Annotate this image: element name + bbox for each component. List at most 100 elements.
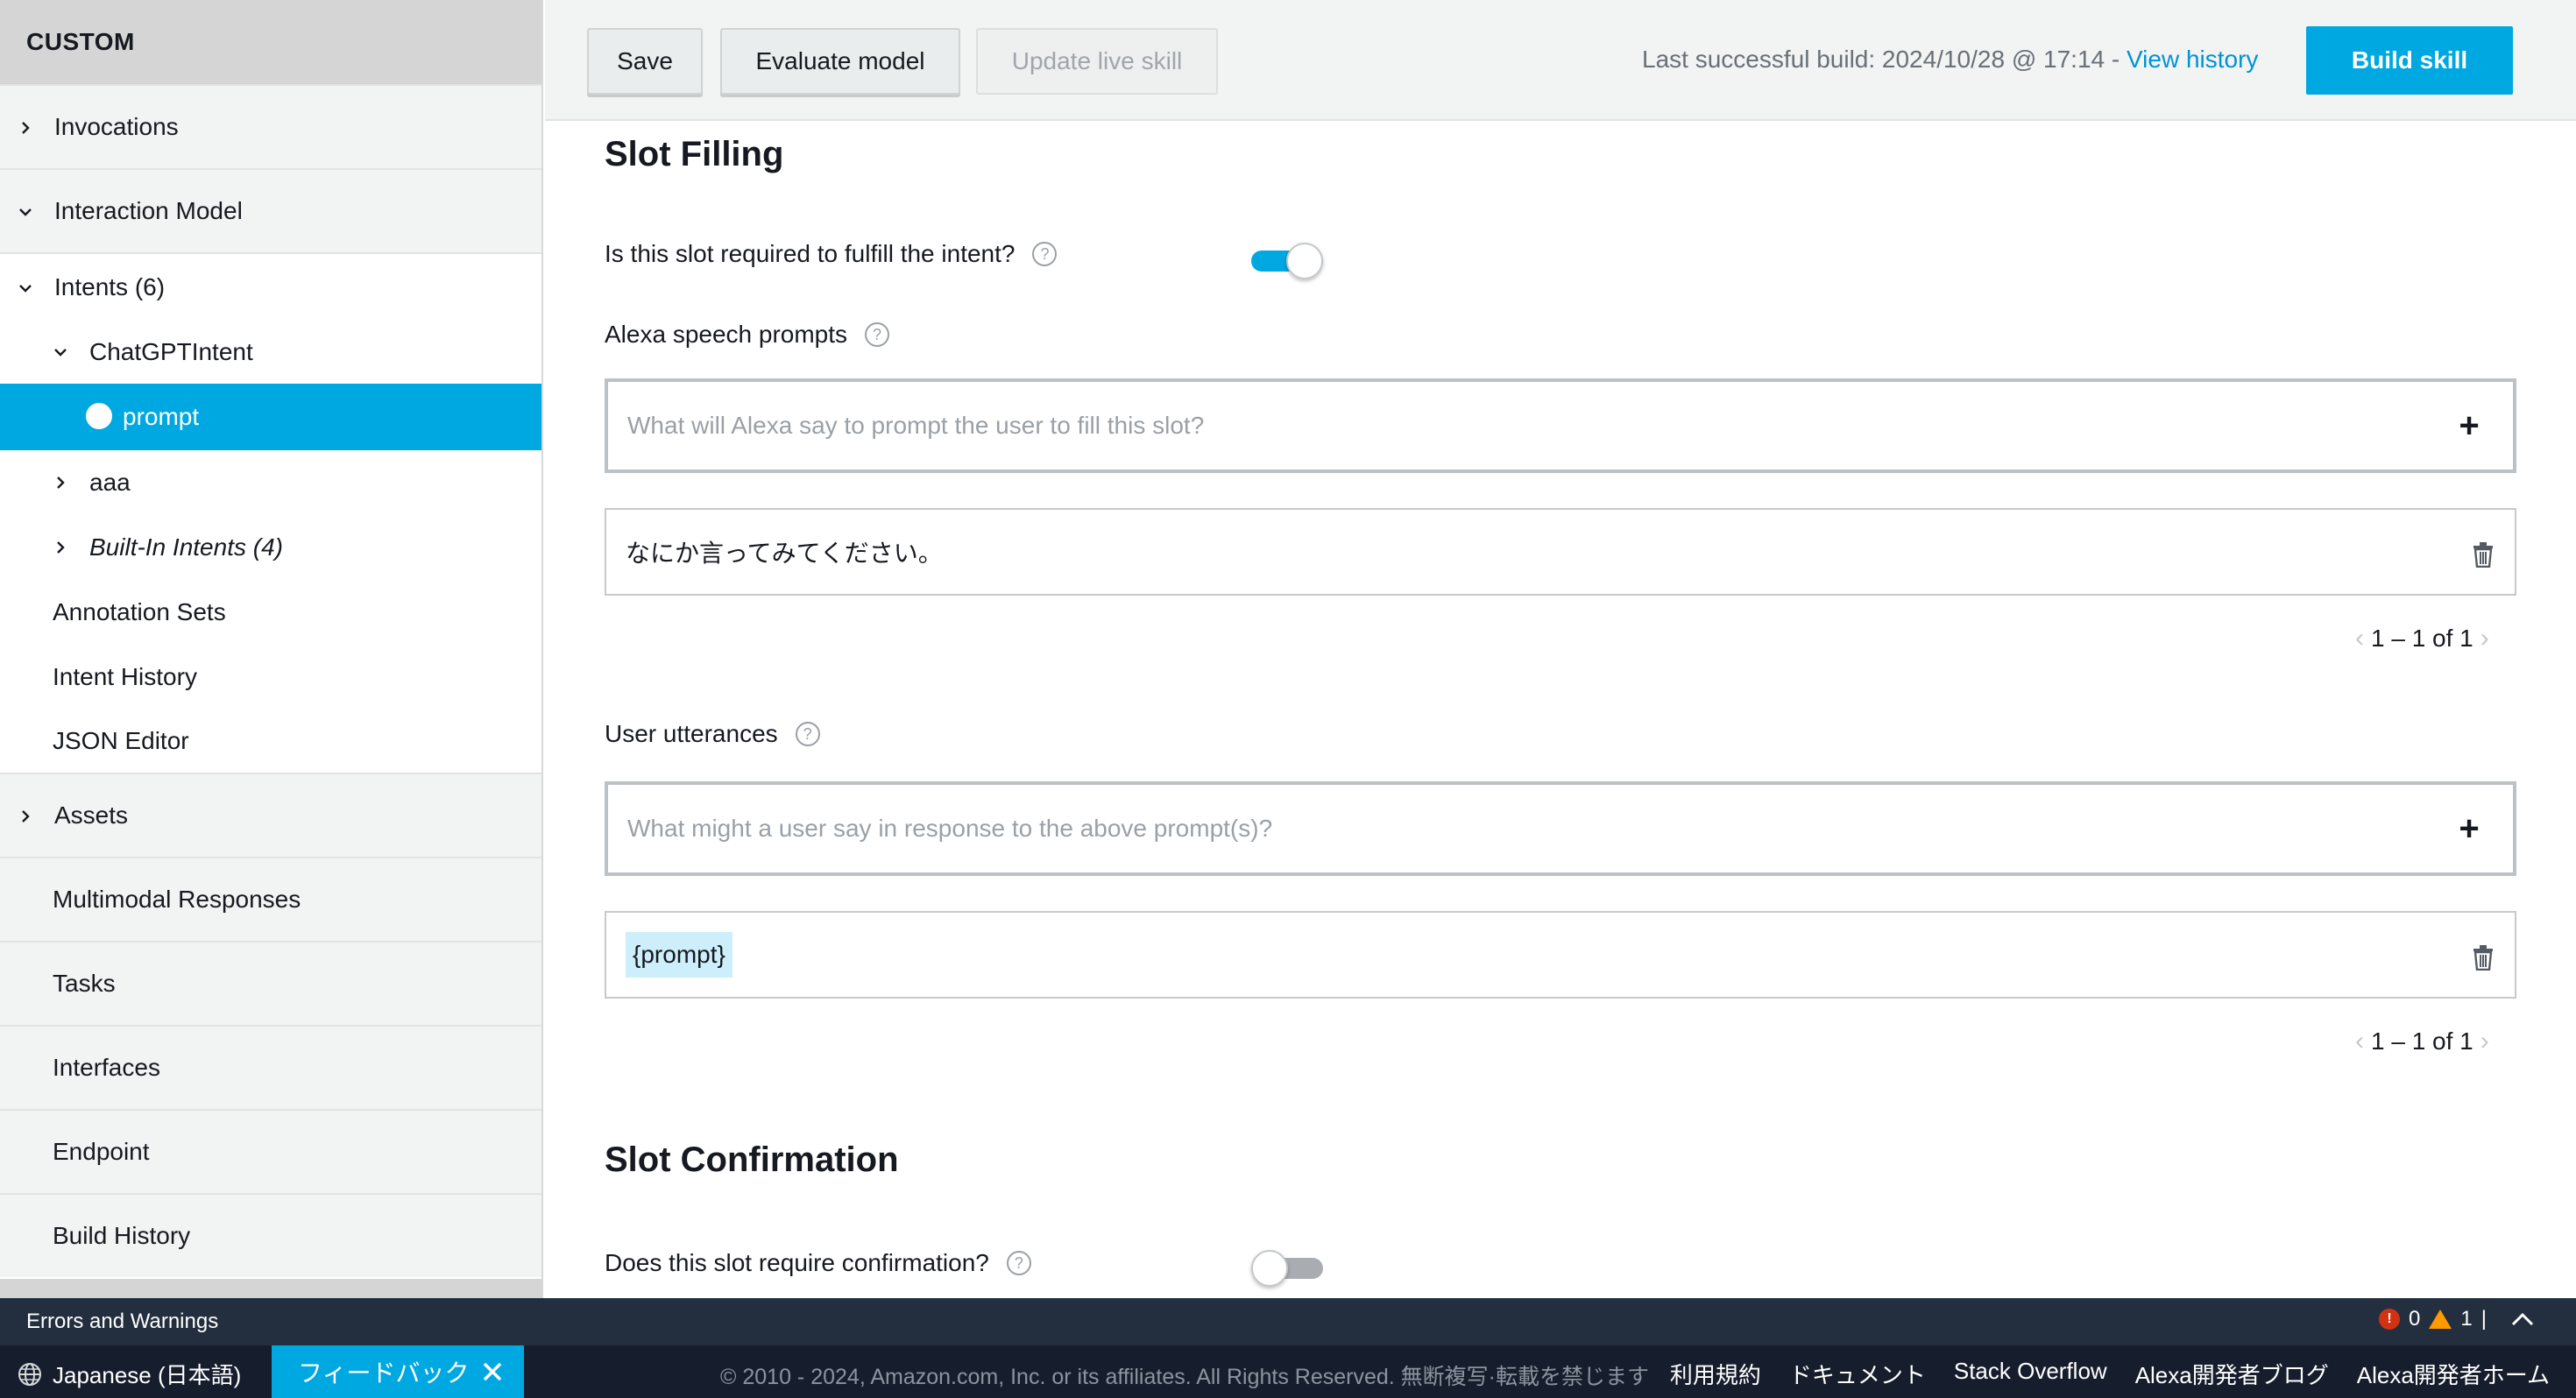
last-build-info: Last successful build: 2024/10/28 @ 17:1… (1642, 46, 2258, 74)
sidebar-item-assets[interactable]: Assets (0, 773, 541, 857)
required-label-row: Is this slot required to fulfill the int… (605, 240, 1058, 268)
required-label: Is this slot required to fulfill the int… (605, 240, 1016, 267)
build-skill-button[interactable]: Build skill (2306, 26, 2513, 95)
sidebar-item-interaction-model[interactable]: Interaction Model (0, 168, 541, 252)
sidebar-item-chatgpt-intent[interactable]: ChatGPTIntent (0, 321, 541, 384)
utterance-entry[interactable]: {prompt} (605, 911, 2516, 999)
copyright: © 2010 - 2024, Amazon.com, Inc. or its a… (720, 1365, 1649, 1389)
speech-prompts-label-row: Alexa speech prompts ? (605, 321, 890, 349)
sidebar-item-label: JSON Editor (53, 727, 189, 754)
help-icon[interactable]: ? (795, 722, 820, 746)
slot-editor: Slot Filling Is this slot required to fu… (545, 123, 2576, 1298)
help-icon[interactable]: ? (1006, 1251, 1031, 1275)
chevron-up-icon[interactable] (2509, 1310, 2536, 1328)
required-toggle[interactable] (1251, 240, 1323, 280)
view-history-link[interactable]: View history (2127, 46, 2258, 73)
help-icon[interactable]: ? (1032, 242, 1058, 266)
sidebar-item-interfaces[interactable]: Interfaces (0, 1025, 541, 1109)
toggle-knob (1286, 243, 1323, 279)
confirmation-toggle[interactable] (1251, 1247, 1323, 1288)
close-icon[interactable] (482, 1361, 503, 1382)
sidebar-item-endpoint[interactable]: Endpoint (0, 1109, 541, 1193)
sidebar: CUSTOM Invocations Interaction Model Int… (0, 0, 543, 1298)
errors-warnings-summary[interactable]: ! 0 1 | (2379, 1307, 2536, 1331)
speech-prompt-input-box: + (605, 378, 2516, 473)
globe-icon (18, 1362, 41, 1386)
chevron-right-icon[interactable]: › (2480, 624, 2489, 653)
sidebar-item-label: Assets (54, 801, 129, 829)
last-build-text: Last successful build: 2024/10/28 @ 17:1… (1642, 46, 2127, 73)
language-label: Japanese (日本語) (53, 1362, 242, 1388)
chevron-left-icon[interactable]: ‹ (2355, 624, 2364, 653)
sidebar-item-label: Invocations (54, 113, 179, 140)
chevron-down-icon (49, 341, 72, 364)
plus-icon[interactable]: + (2450, 809, 2488, 848)
sidebar-item-builtin-intents[interactable]: Built-In Intents (4) (0, 515, 541, 580)
chevron-right-icon (14, 116, 37, 139)
slot-filling-title: Slot Filling (605, 135, 784, 173)
evaluate-model-button[interactable]: Evaluate model (720, 28, 960, 95)
chevron-right-icon (49, 536, 72, 559)
sidebar-item-label: Interaction Model (54, 197, 243, 224)
sidebar-item-label: Built-In Intents (4) (89, 533, 283, 561)
sidebar-item-json-editor[interactable]: JSON Editor (0, 710, 541, 773)
sidebar-item-label: prompt (123, 403, 200, 430)
utterances-label: User utterances (605, 720, 778, 747)
help-icon[interactable]: ? (865, 322, 890, 347)
trash-icon[interactable] (2471, 944, 2495, 971)
toolbar: Save Evaluate model Update live skill La… (545, 0, 2576, 121)
footer-link-stack-overflow[interactable]: Stack Overflow (1954, 1358, 2107, 1390)
error-icon: ! (2379, 1309, 2401, 1330)
trash-icon[interactable] (2471, 541, 2495, 568)
sidebar-item-label: ChatGPTIntent (89, 338, 253, 365)
language-selector[interactable]: Japanese (日本語) (18, 1358, 241, 1390)
speech-prompts-label: Alexa speech prompts (605, 321, 848, 348)
utterance-input[interactable] (627, 815, 2424, 843)
feedback-button[interactable]: フィードバック (272, 1345, 524, 1398)
sidebar-item-annotation-sets[interactable]: Annotation Sets (0, 580, 541, 645)
save-button[interactable]: Save (587, 28, 703, 95)
speech-prompt-entry[interactable]: なにか言ってみてください。 (605, 508, 2516, 596)
sidebar-item-label: Intents (6) (54, 273, 166, 300)
speech-pager-text: 1 – 1 of 1 (2371, 625, 2473, 652)
sidebar-item-label: Build History (53, 1222, 191, 1249)
update-live-skill-button[interactable]: Update live skill (976, 28, 1218, 95)
footer-link-home[interactable]: Alexa開発者ホーム (2357, 1358, 2550, 1390)
sidebar-item-intents[interactable]: Intents (6) (0, 252, 541, 321)
sidebar-item-label: aaa (89, 469, 131, 496)
footer-link-documents[interactable]: ドキュメント (1789, 1358, 1926, 1390)
sidebar-item-prompt-slot[interactable]: prompt (0, 384, 541, 450)
sidebar-header: CUSTOM (0, 0, 541, 84)
sidebar-item-label: Intent History (53, 663, 197, 690)
footer: Japanese (日本語) フィードバック © 2010 - 2024, Am… (0, 1345, 2576, 1398)
errors-warnings-bar[interactable]: Errors and Warnings ! 0 1 | (0, 1298, 2576, 1345)
speech-prompt-input[interactable] (627, 412, 2424, 440)
slot-confirmation-title: Slot Confirmation (605, 1140, 899, 1179)
sidebar-item-build-history[interactable]: Build History (0, 1193, 541, 1277)
utterances-label-row: User utterances ? (605, 720, 820, 748)
sidebar-item-invocations[interactable]: Invocations (0, 84, 541, 168)
sidebar-item-label: Interfaces (53, 1054, 160, 1081)
warning-count: 1 (2460, 1307, 2473, 1331)
chevron-right-icon[interactable]: › (2480, 1027, 2489, 1056)
separator: | (2480, 1307, 2487, 1331)
chevron-right-icon (49, 471, 72, 494)
sidebar-item-label: Annotation Sets (53, 598, 226, 625)
sidebar-item-aaa[interactable]: aaa (0, 450, 541, 515)
plus-icon[interactable]: + (2450, 406, 2488, 445)
chevron-left-icon[interactable]: ‹ (2355, 1027, 2364, 1056)
sidebar-item-tasks[interactable]: Tasks (0, 941, 541, 1025)
footer-links: 利用規約 ドキュメント Stack Overflow Alexa開発者ブログ A… (1670, 1358, 2550, 1390)
speech-pager: ‹ 1 – 1 of 1 › (2355, 624, 2489, 653)
errors-warnings-label: Errors and Warnings (26, 1310, 219, 1333)
feedback-label: フィードバック (298, 1359, 470, 1387)
slot-dot-icon (86, 403, 112, 429)
footer-link-blog[interactable]: Alexa開発者ブログ (2135, 1358, 2329, 1390)
chevron-down-icon (14, 277, 37, 300)
slot-chip[interactable]: {prompt} (626, 932, 732, 978)
sidebar-item-intent-history[interactable]: Intent History (0, 645, 541, 710)
utterance-input-box: + (605, 781, 2516, 876)
toggle-knob (1251, 1250, 1288, 1287)
sidebar-item-multimodal-responses[interactable]: Multimodal Responses (0, 857, 541, 941)
footer-link-terms[interactable]: 利用規約 (1670, 1358, 1761, 1390)
